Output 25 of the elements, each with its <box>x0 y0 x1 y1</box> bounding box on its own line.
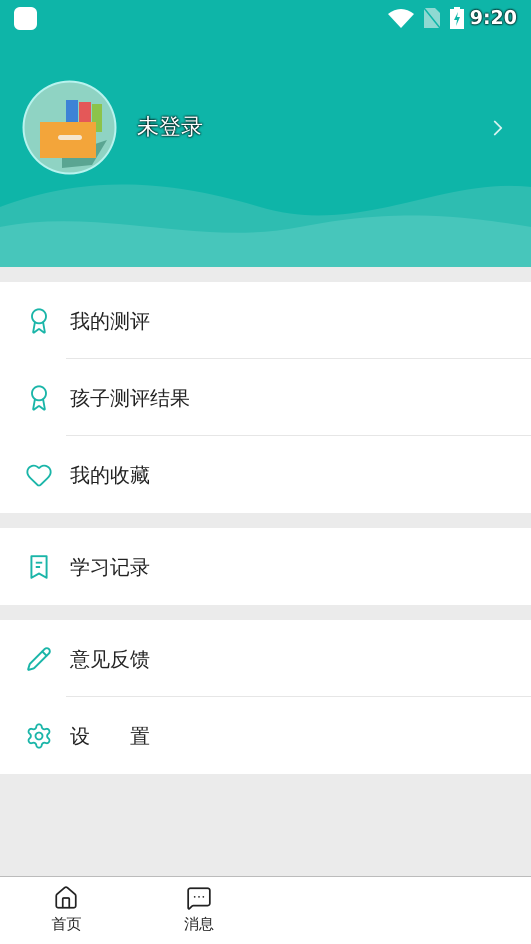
nav-tab[interactable]: 消息 <box>132 877 266 944</box>
menu-item[interactable]: 学习记录 <box>0 528 531 605</box>
menu-label: 设 置 <box>70 722 150 750</box>
status-time: 9:20 <box>470 6 517 31</box>
avatar-icon <box>22 80 117 175</box>
nav-tab[interactable]: 首页 <box>0 877 133 944</box>
menu-label: 孩子测评结果 <box>70 384 190 412</box>
menu-item[interactable]: 设 置 <box>0 697 531 774</box>
wifi-icon <box>388 8 414 28</box>
menu-label: 学习记录 <box>70 554 150 580</box>
home-icon <box>53 885 80 912</box>
menu-item[interactable]: 意见反馈 <box>0 620 531 697</box>
app-notification-icon <box>14 6 37 30</box>
settings-icon <box>25 722 53 750</box>
menu-item[interactable]: 我的测评 <box>0 282 531 359</box>
menu-item[interactable]: 孩子测评结果 <box>0 359 531 436</box>
menu-label: 我的收藏 <box>70 462 150 488</box>
message-icon <box>186 885 212 912</box>
menu-label: 我的测评 <box>70 308 150 334</box>
login-status: 未登录 <box>137 114 203 142</box>
menu-item[interactable]: 我的收藏 <box>0 436 531 513</box>
no-sim-icon <box>424 8 440 28</box>
battery-charging-icon <box>450 7 464 29</box>
menu-label: 意见反馈 <box>70 646 150 672</box>
pencil-icon <box>26 646 52 672</box>
